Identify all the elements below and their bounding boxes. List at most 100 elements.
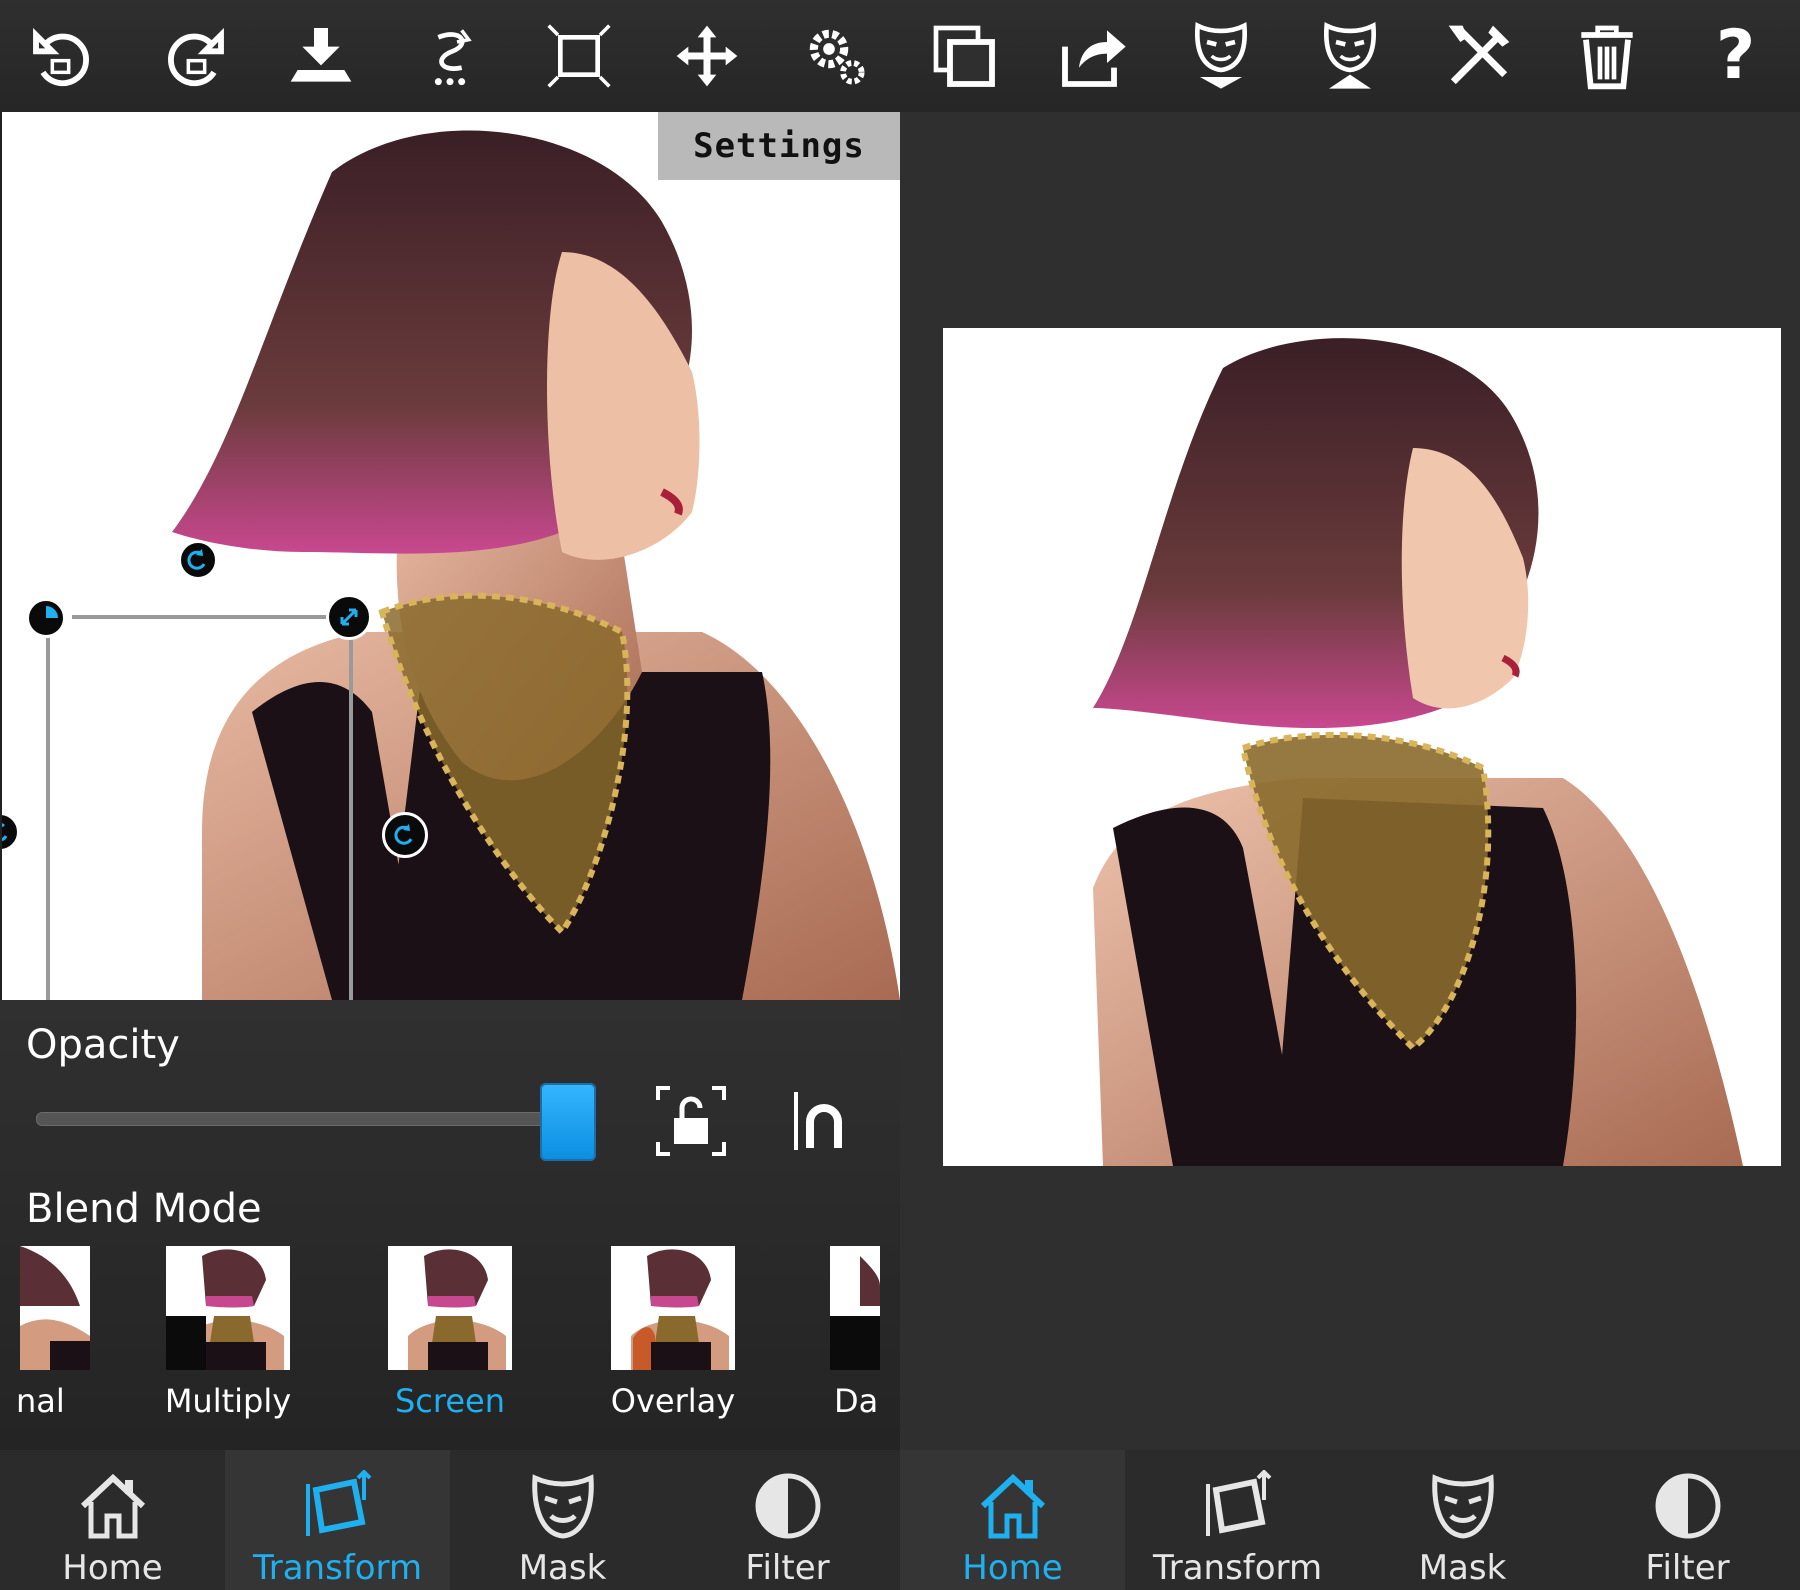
transform-icon bbox=[1205, 1470, 1271, 1536]
filter-icon bbox=[755, 1473, 820, 1539]
download-icon bbox=[291, 28, 352, 82]
nav-label: Home bbox=[962, 1548, 1063, 1588]
duplicate-icon bbox=[933, 25, 996, 87]
move-button[interactable] bbox=[659, 8, 755, 104]
preview-canvas[interactable] bbox=[943, 328, 1781, 1166]
gears-icon bbox=[809, 29, 865, 85]
opacity-slider-thumb[interactable] bbox=[540, 1083, 596, 1161]
blend-option-label: Overlay bbox=[610, 1382, 736, 1420]
home-icon bbox=[80, 1473, 145, 1539]
blend-option-label: Screen bbox=[394, 1382, 505, 1420]
left-toolbar bbox=[0, 0, 900, 112]
tools-icon bbox=[1448, 25, 1509, 85]
delete-button[interactable] bbox=[1559, 8, 1655, 104]
rotate-icon bbox=[394, 824, 413, 845]
rotate-handle[interactable] bbox=[382, 812, 428, 858]
bounding-box-edge bbox=[72, 615, 352, 619]
mask-down-button[interactable] bbox=[1173, 8, 1269, 104]
opacity-slider-track[interactable] bbox=[36, 1112, 558, 1126]
redo-icon bbox=[167, 27, 224, 87]
flip-button[interactable] bbox=[402, 8, 498, 104]
blend-mode-label: Blend Mode bbox=[26, 1186, 262, 1232]
mask-icon bbox=[1431, 1474, 1494, 1539]
rotate-icon bbox=[2, 823, 8, 842]
mask-up-button[interactable] bbox=[1302, 8, 1398, 104]
duplicate-button[interactable] bbox=[916, 8, 1012, 104]
nav-label: Filter bbox=[1645, 1548, 1730, 1588]
nav-mask[interactable]: Mask bbox=[450, 1450, 675, 1590]
left-bottom-nav: Home Transform Mask Filter bbox=[0, 1450, 900, 1590]
magnet-icon bbox=[794, 1092, 842, 1150]
tools-button[interactable] bbox=[1431, 8, 1527, 104]
blend-option-label: nal bbox=[16, 1382, 65, 1420]
settings-tag[interactable]: Settings bbox=[658, 112, 900, 180]
edit-canvas[interactable]: Settings bbox=[2, 112, 900, 1000]
move-icon bbox=[676, 25, 738, 87]
help-icon: ? bbox=[1715, 16, 1756, 95]
mask-down-icon bbox=[1195, 22, 1248, 89]
filter-icon bbox=[1655, 1473, 1720, 1539]
mask-icon bbox=[531, 1474, 594, 1539]
nav-label: Home bbox=[62, 1548, 163, 1588]
trash-icon bbox=[1581, 25, 1633, 90]
undo-icon bbox=[33, 27, 90, 87]
scale-handle[interactable] bbox=[326, 594, 372, 640]
mask-up-icon bbox=[1323, 22, 1376, 89]
share-icon bbox=[1061, 30, 1126, 87]
composited-portrait-photo bbox=[1093, 338, 1743, 1166]
blend-thumbnail bbox=[166, 1246, 290, 1370]
left-editor-pane: Settings Opacity Blend Mode nal Multiply… bbox=[0, 0, 900, 1590]
pie-handle-icon bbox=[46, 606, 58, 618]
nav-label: Transform bbox=[1152, 1548, 1323, 1588]
blend-option-multiply[interactable]: Multiply bbox=[163, 1246, 293, 1420]
nav-label: Transform bbox=[252, 1548, 423, 1588]
settings-button[interactable] bbox=[788, 8, 884, 104]
blend-option-darken[interactable]: Da bbox=[830, 1246, 900, 1420]
bounding-box-edge bbox=[349, 617, 353, 1000]
unlock-icon bbox=[656, 1086, 726, 1156]
blend-thumbnail bbox=[388, 1246, 512, 1370]
rotate-icon bbox=[187, 549, 206, 570]
blend-option-label: Multiply bbox=[164, 1382, 292, 1420]
magnet-button[interactable] bbox=[786, 1086, 856, 1156]
share-button[interactable] bbox=[1045, 8, 1141, 104]
undo-button[interactable] bbox=[16, 8, 112, 104]
right-bottom-nav: Home Transform Mask Filter bbox=[900, 1450, 1800, 1590]
corner-handle[interactable] bbox=[26, 598, 66, 638]
nav-home[interactable]: Home bbox=[900, 1450, 1125, 1590]
lock-toggle-button[interactable] bbox=[656, 1086, 726, 1156]
opacity-label: Opacity bbox=[26, 1022, 180, 1068]
blend-option-label: Da bbox=[834, 1382, 879, 1420]
layer-controls-panel: Opacity Blend Mode nal Multiply Screen O… bbox=[0, 1000, 900, 1450]
nav-home[interactable]: Home bbox=[0, 1450, 225, 1590]
home-icon bbox=[980, 1473, 1045, 1539]
nav-label: Mask bbox=[1418, 1548, 1507, 1588]
portrait-photo bbox=[172, 130, 900, 1000]
blend-option-overlay[interactable]: Overlay bbox=[608, 1246, 738, 1420]
right-home-pane: ? Home Transform Mask Filter bbox=[900, 0, 1800, 1590]
download-button[interactable] bbox=[273, 8, 369, 104]
blend-thumbnail bbox=[611, 1246, 735, 1370]
transform-icon bbox=[305, 1470, 371, 1536]
help-button[interactable]: ? bbox=[1688, 8, 1784, 104]
bounding-box-edge bbox=[46, 617, 50, 1000]
nav-filter[interactable]: Filter bbox=[675, 1450, 900, 1590]
nav-mask[interactable]: Mask bbox=[1350, 1450, 1575, 1590]
crop-frame-icon bbox=[546, 24, 611, 88]
nav-label: Mask bbox=[518, 1548, 607, 1588]
nav-label: Filter bbox=[745, 1548, 830, 1588]
blend-option-normal[interactable]: nal bbox=[0, 1246, 90, 1420]
resize-arrow-icon bbox=[340, 608, 358, 626]
blend-thumbnail bbox=[20, 1246, 90, 1370]
flip-icon bbox=[434, 29, 472, 86]
blend-thumbnail bbox=[830, 1246, 880, 1370]
right-toolbar: ? bbox=[900, 0, 1800, 112]
nav-filter[interactable]: Filter bbox=[1575, 1450, 1800, 1590]
nav-transform[interactable]: Transform bbox=[225, 1450, 450, 1590]
blend-option-screen[interactable]: Screen bbox=[385, 1246, 515, 1420]
crop-frame-button[interactable] bbox=[531, 8, 627, 104]
nav-transform[interactable]: Transform bbox=[1125, 1450, 1350, 1590]
redo-button[interactable] bbox=[145, 8, 241, 104]
blend-mode-carousel[interactable]: nal Multiply Screen Overlay Da bbox=[0, 1246, 900, 1436]
rotate-handle[interactable] bbox=[178, 540, 218, 580]
